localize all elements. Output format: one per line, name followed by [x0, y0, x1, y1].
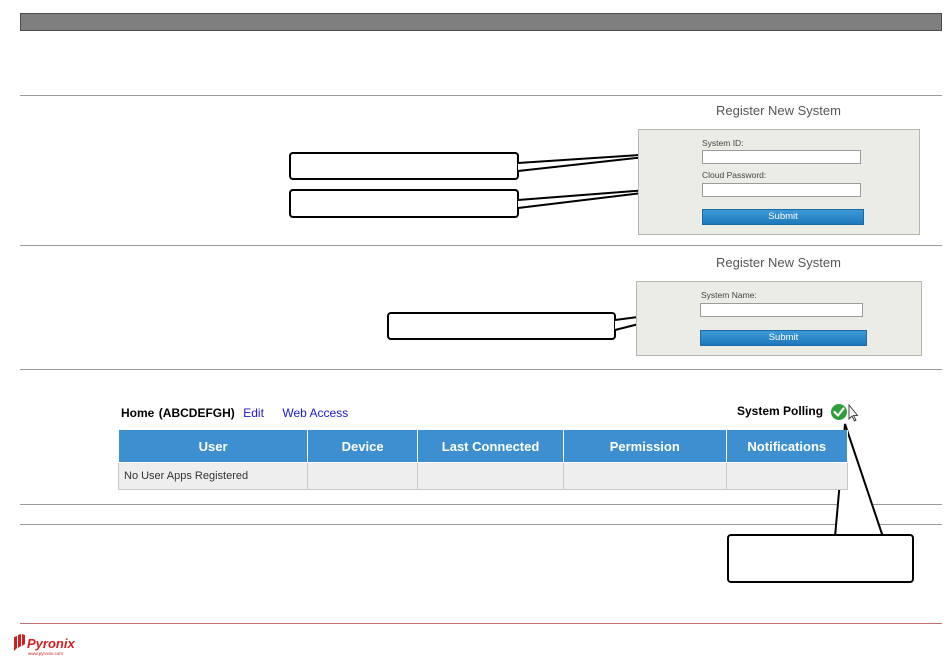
- table-row: No User Apps Registered: [117, 462, 849, 490]
- table-cell: No User Apps Registered: [117, 462, 309, 490]
- system-polling-label: System Polling: [737, 404, 824, 418]
- edit-link[interactable]: Edit: [243, 406, 264, 420]
- submit-button[interactable]: Submit: [702, 209, 864, 225]
- system-id-input[interactable]: [702, 150, 861, 164]
- users-table: User Device Last Connected Permission No…: [117, 430, 849, 490]
- system-header: Home (ABCDEFGH) Edit Web Access: [121, 404, 348, 422]
- logo-url: www.pyronix.com: [28, 651, 63, 656]
- table-cell: [562, 462, 727, 490]
- register-name-panel: System Name: Submit: [636, 281, 922, 356]
- logo-text: Pyronix: [27, 636, 75, 651]
- web-access-link[interactable]: Web Access: [282, 406, 348, 420]
- cloud-password-label: Cloud Password:: [702, 170, 767, 180]
- cursor-icon: [848, 403, 859, 422]
- system-name-input[interactable]: [700, 303, 863, 317]
- column-header[interactable]: Device: [307, 430, 419, 463]
- system-name-label: System Name:: [701, 290, 757, 300]
- table-cell: [725, 462, 849, 490]
- pyronix-logo: Pyronix www.pyronix.com: [14, 634, 75, 656]
- register-title: Register New System: [716, 103, 841, 118]
- register-title: Register New System: [716, 255, 841, 270]
- column-header[interactable]: Permission: [562, 430, 727, 463]
- table-cell: [417, 462, 564, 490]
- column-header[interactable]: Notifications: [725, 430, 849, 463]
- table-cell: [307, 462, 419, 490]
- system-name: Home: [121, 406, 155, 420]
- submit-button[interactable]: Submit: [700, 330, 867, 346]
- register-panel: System ID: Cloud Password: Submit: [638, 129, 920, 235]
- column-header[interactable]: Last Connected: [417, 430, 564, 463]
- system-id: (ABCDEFGH): [158, 406, 235, 420]
- system-id-label: System ID:: [702, 138, 744, 148]
- check-circle-icon: [831, 403, 859, 422]
- flame-icon: [14, 634, 25, 651]
- table-header-row: User Device Last Connected Permission No…: [117, 430, 849, 463]
- cloud-password-input[interactable]: [702, 183, 861, 197]
- footer-divider: [20, 623, 942, 624]
- column-header[interactable]: User: [117, 430, 309, 463]
